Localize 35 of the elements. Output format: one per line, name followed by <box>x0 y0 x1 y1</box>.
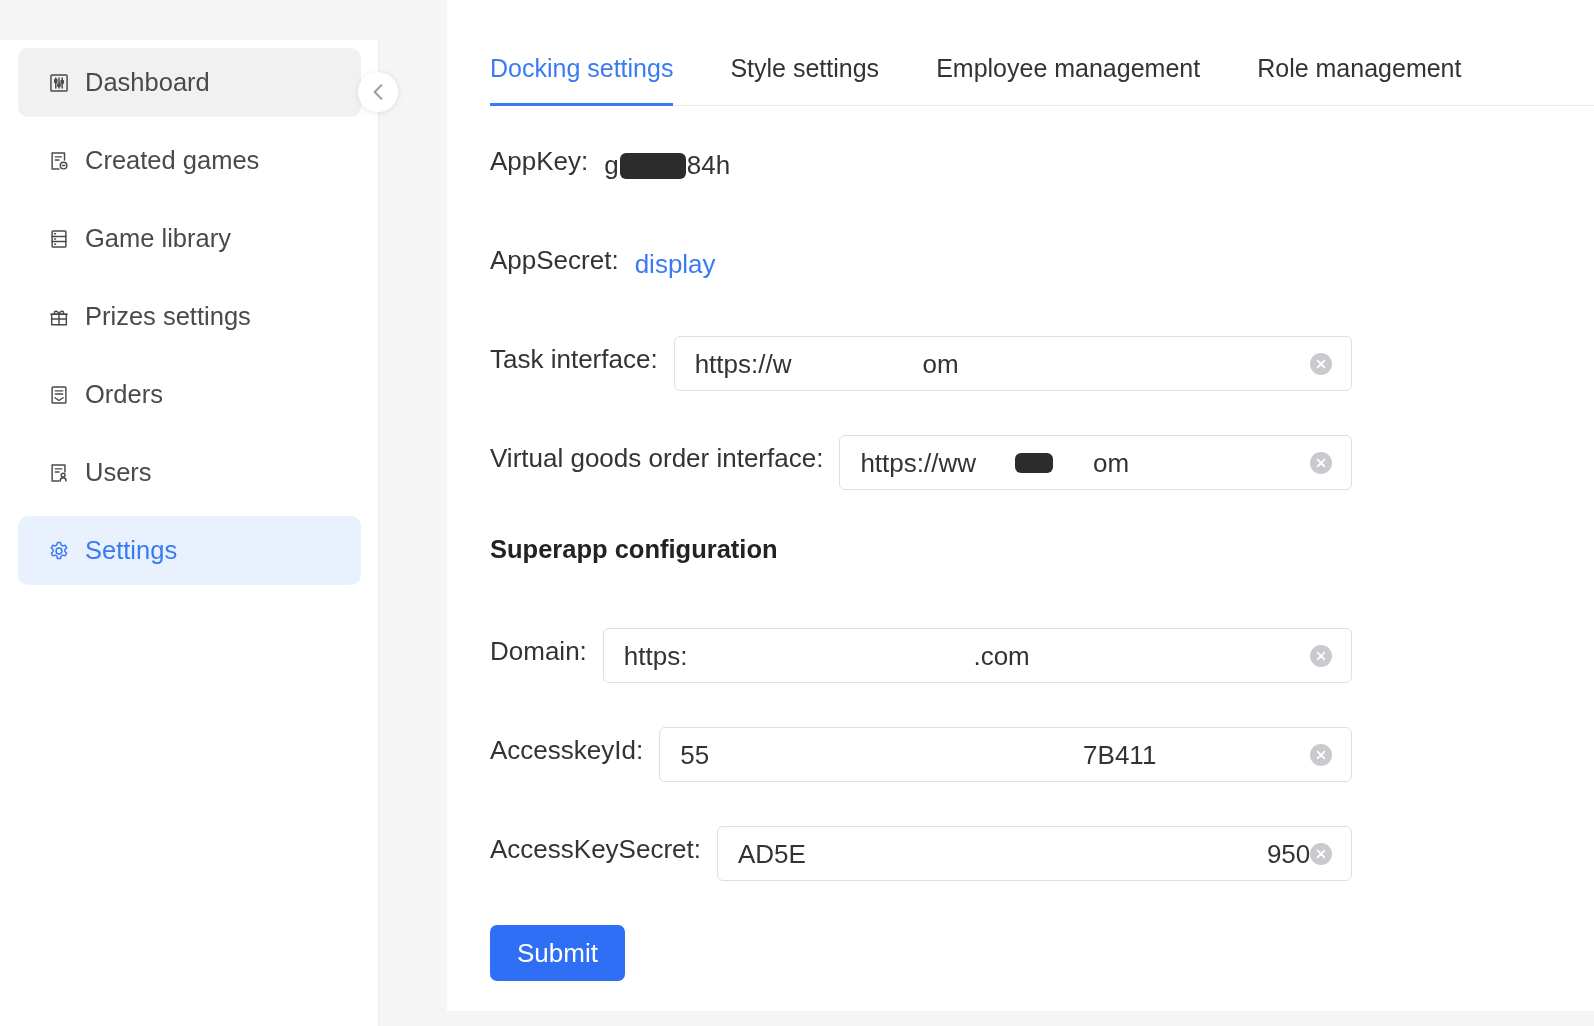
submit-button[interactable]: Submit <box>490 925 625 981</box>
sidebar-item[interactable]: Game library <box>18 204 361 273</box>
field-label: Task interface: <box>490 343 658 376</box>
field-label: Domain: <box>490 635 587 668</box>
field-value: 84h <box>686 149 731 182</box>
field-label: Virtual goods order interface: <box>490 442 824 475</box>
input-field[interactable]: https://w om <box>673 336 1352 391</box>
sidebar-item[interactable]: Dashboard <box>18 48 361 117</box>
sidebar-item[interactable]: Settings <box>18 516 361 585</box>
settings-icon <box>48 539 70 562</box>
tab[interactable]: Role management <box>1257 54 1462 106</box>
field-label: AccesskeyId: <box>490 734 644 767</box>
document-badge-icon <box>48 149 70 172</box>
sidebar-item[interactable]: Prizes settings <box>18 282 361 351</box>
field-label: AppSecret: <box>490 244 619 277</box>
field-label: AppKey: <box>490 145 589 178</box>
section-heading: Superapp configuration <box>490 534 779 564</box>
input-field[interactable]: https: .com <box>602 628 1352 683</box>
display-link[interactable]: display <box>634 237 716 292</box>
sidebar-item[interactable]: Created games <box>18 126 361 195</box>
collapse-button[interactable] <box>358 72 398 112</box>
input-field[interactable]: https://ww om <box>839 435 1352 490</box>
input-field[interactable]: 55 7B411 <box>659 727 1352 782</box>
input-field[interactable]: AD5E 950 <box>717 826 1353 881</box>
tab[interactable]: Employee management <box>936 54 1201 106</box>
document-icon <box>48 383 70 406</box>
sidebar-item[interactable]: Users <box>18 438 361 507</box>
rows-icon <box>48 227 70 250</box>
sidebar-item[interactable]: Orders <box>18 360 361 429</box>
field-value: g <box>604 149 619 182</box>
tab[interactable]: Docking settings <box>490 54 674 106</box>
field-label: AccessKeySecret: <box>490 833 701 866</box>
sliders-icon <box>48 71 70 94</box>
document-person-icon <box>48 461 70 484</box>
tab[interactable]: Style settings <box>730 54 880 106</box>
